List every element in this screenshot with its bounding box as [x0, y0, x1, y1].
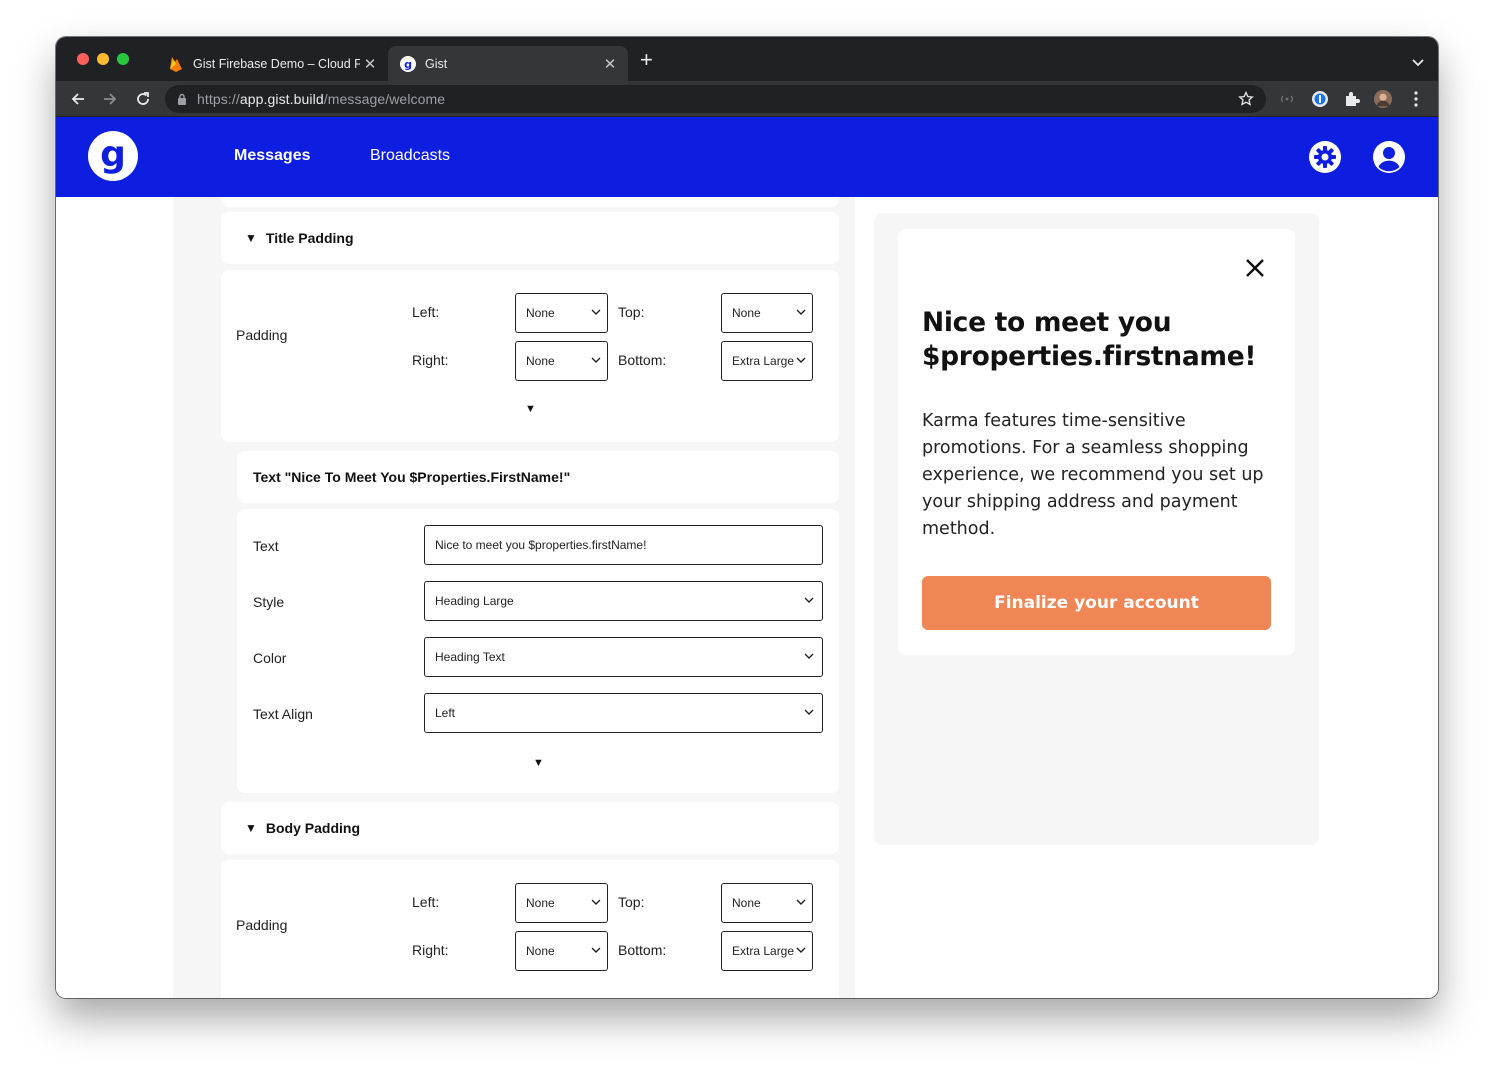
close-tab-icon[interactable]: ✕	[360, 55, 380, 73]
message-preview-modal: Nice to meet you $properties.firstname! …	[898, 229, 1295, 655]
finalize-account-button[interactable]: Finalize your account	[922, 576, 1271, 630]
chevron-down-icon	[796, 357, 806, 363]
top-label: Top:	[618, 894, 645, 910]
style-select[interactable]: Heading Large	[424, 581, 823, 621]
lock-icon	[177, 93, 187, 105]
section-title: Title Padding	[265, 230, 354, 246]
tab-title: Gist Firebase Demo – Cloud Fir	[193, 56, 360, 71]
preview-body: Karma features time-sensitive promotions…	[922, 411, 1264, 539]
right-label: Right:	[412, 352, 449, 368]
close-icon[interactable]	[1244, 257, 1266, 279]
left-label: Left:	[412, 894, 440, 910]
chevron-down-icon	[804, 709, 814, 715]
new-tab-button[interactable]: +	[640, 49, 653, 71]
text-align-select[interactable]: Left	[424, 693, 823, 733]
nav-messages[interactable]: Messages	[234, 147, 311, 165]
chevron-down-icon	[591, 357, 601, 363]
top-label: Top:	[618, 304, 645, 320]
style-label: Style	[253, 594, 285, 610]
title-padding-left-select[interactable]: None	[515, 293, 608, 333]
bottom-label: Bottom:	[618, 352, 667, 368]
padding-label: Padding	[236, 917, 288, 933]
color-label: Color	[253, 650, 287, 666]
bottom-label: Bottom:	[618, 942, 667, 958]
main-content: ▼ Title Padding Padding Left: None Top: N…	[56, 197, 1438, 998]
chevron-down-icon	[796, 899, 806, 905]
title-padding-right-select[interactable]: None	[515, 341, 608, 381]
user-account-icon[interactable]	[1372, 140, 1406, 174]
tab-gist[interactable]: g Gist ✕	[388, 46, 628, 81]
address-bar[interactable]: https://app.gist.build/message/welcome	[165, 85, 1266, 113]
close-window-button[interactable]	[77, 53, 89, 65]
text-align-label: Text Align	[253, 706, 313, 722]
app-header: g Messages Broadcasts	[56, 117, 1438, 197]
chevron-down-icon	[591, 309, 601, 315]
svg-text:g: g	[404, 58, 412, 71]
minimize-window-button[interactable]	[97, 53, 109, 65]
preview-title: Nice to meet you $properties.firstname!	[922, 307, 1257, 372]
chevron-down-icon	[804, 597, 814, 603]
gist-logo[interactable]: g	[88, 131, 138, 181]
title-padding-section: Padding Left: None Top: None Right: None…	[221, 270, 839, 442]
title-padding-section-header[interactable]: ▼ Title Padding	[221, 212, 839, 264]
section-title: Text "Nice To Meet You $Properties.First…	[253, 469, 571, 485]
tab-strip: Gist Firebase Demo – Cloud Fir ✕ g Gist …	[56, 37, 1438, 81]
body-padding-top-select[interactable]: None	[721, 883, 813, 923]
nav-broadcasts[interactable]: Broadcasts	[370, 147, 450, 165]
color-select[interactable]: Heading Text	[424, 637, 823, 677]
chrome-menu-icon[interactable]	[1407, 90, 1425, 108]
forward-icon[interactable]	[100, 89, 120, 109]
text-section-header[interactable]: Text "Nice To Meet You $Properties.First…	[237, 451, 839, 503]
gist-favicon: g	[400, 55, 416, 72]
chevron-down-icon	[796, 309, 806, 315]
settings-gear-icon[interactable]	[1308, 140, 1342, 174]
maximize-window-button[interactable]	[117, 53, 129, 65]
previous-card	[221, 197, 839, 207]
close-tab-icon[interactable]: ✕	[600, 55, 620, 73]
padding-label: Padding	[236, 327, 288, 343]
firebase-icon	[168, 56, 184, 72]
cast-extension-icon[interactable]	[1278, 90, 1296, 108]
text-section: Text Nice to meet you $properties.firstN…	[237, 509, 839, 793]
body-padding-bottom-select[interactable]: Extra Large	[721, 931, 813, 971]
tab-firebase[interactable]: Gist Firebase Demo – Cloud Fir ✕	[156, 46, 388, 81]
collapse-triangle-icon: ▼	[245, 231, 257, 245]
collapse-triangle-icon: ▼	[245, 821, 257, 835]
section-title: Body Padding	[265, 820, 361, 836]
expand-caret-icon[interactable]: ▼	[525, 403, 536, 415]
1password-extension-icon[interactable]	[1311, 90, 1329, 108]
body-padding-section: Padding Left: None Top: None Right: None…	[221, 860, 839, 998]
chevron-down-icon	[591, 899, 601, 905]
extensions-puzzle-icon[interactable]	[1343, 90, 1361, 108]
title-padding-top-select[interactable]: None	[721, 293, 813, 333]
title-padding-bottom-select[interactable]: Extra Large	[721, 341, 813, 381]
bookmark-star-icon[interactable]	[1238, 90, 1254, 112]
body-padding-right-select[interactable]: None	[515, 931, 608, 971]
chevron-down-icon	[804, 653, 814, 659]
tab-title: Gist	[425, 56, 448, 71]
text-input[interactable]: Nice to meet you $properties.firstName!	[424, 525, 823, 565]
reload-icon[interactable]	[133, 89, 153, 109]
back-icon[interactable]	[68, 89, 88, 109]
browser-toolbar: https://app.gist.build/message/welcome	[56, 81, 1438, 117]
body-padding-section-header[interactable]: ▼ Body Padding	[221, 802, 839, 854]
right-label: Right:	[412, 942, 449, 958]
body-padding-left-select[interactable]: None	[515, 883, 608, 923]
expand-caret-icon[interactable]: ▼	[533, 757, 544, 769]
profile-avatar-icon[interactable]	[1374, 90, 1392, 108]
chevron-down-icon	[796, 947, 806, 953]
browser-window: Gist Firebase Demo – Cloud Fir ✕ g Gist …	[56, 37, 1438, 998]
text-label: Text	[253, 538, 279, 554]
logo-letter: g	[100, 136, 126, 175]
left-label: Left:	[412, 304, 440, 320]
chevron-down-icon	[591, 947, 601, 953]
tab-search-chevron-icon[interactable]	[1412, 54, 1424, 72]
url-text: https://app.gist.build/message/welcome	[197, 91, 446, 107]
